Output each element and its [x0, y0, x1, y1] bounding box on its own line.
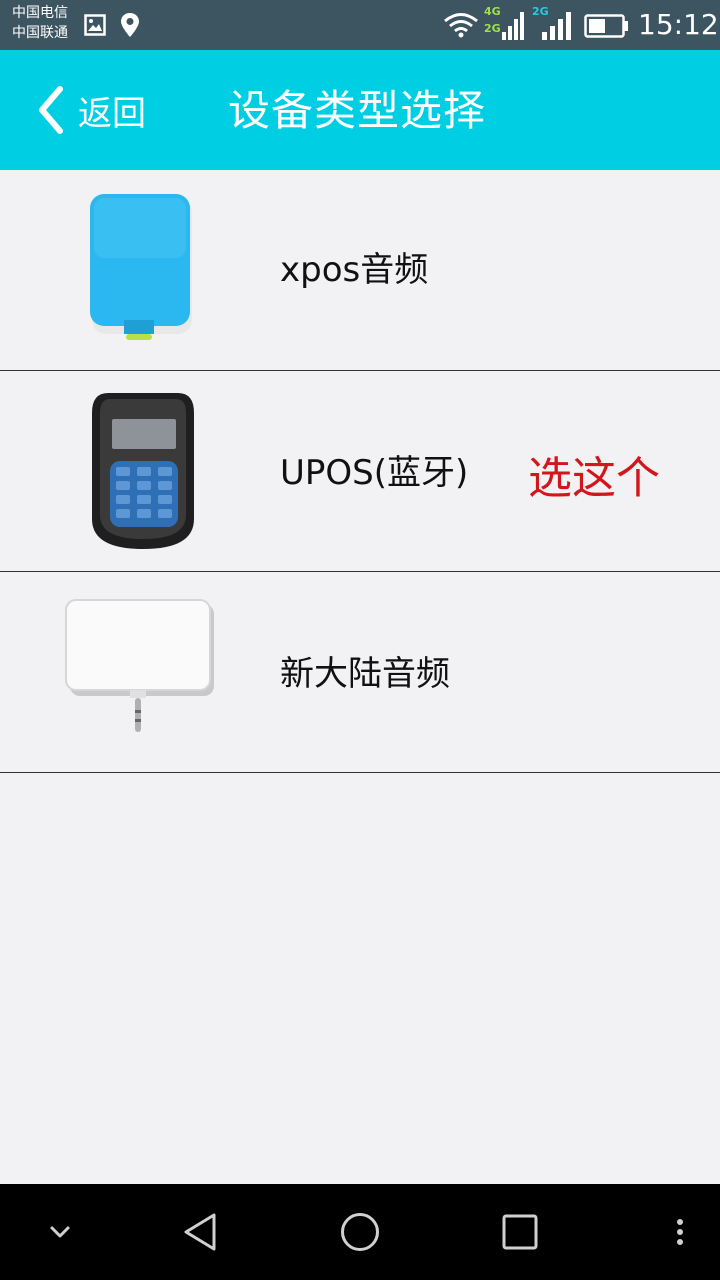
device-name: UPOS(蓝牙)	[280, 453, 469, 493]
home-circle-icon	[341, 1213, 379, 1251]
net-1-top-label: 4G	[484, 5, 501, 18]
location-icon	[121, 13, 139, 37]
app-bar: 返回 设备类型选择	[0, 50, 720, 170]
battery-icon	[584, 14, 628, 38]
device-list: xpos音频 UPOS(蓝牙) 选这个 新大陆音频	[0, 170, 720, 773]
signal-icon: 4G 2G	[484, 6, 528, 42]
device-row-xpos[interactable]: xpos音频	[0, 170, 720, 371]
carrier-1: 中国电信	[12, 5, 68, 21]
carrier-labels: 中国电信 中国联通	[12, 3, 68, 43]
recents-square-icon	[502, 1214, 538, 1250]
more-dots-icon	[677, 1219, 683, 1245]
page-title: 设备类型选择	[228, 86, 487, 135]
nav-more-button[interactable]	[660, 1184, 700, 1280]
net-1-bottom-label: 2G	[484, 22, 501, 35]
wifi-icon	[444, 13, 478, 38]
white-audio-card-reader-image	[65, 599, 214, 732]
signal-icon: 2G	[532, 6, 576, 42]
device-name: xpos音频	[280, 250, 429, 290]
nav-recents-button[interactable]	[490, 1184, 550, 1280]
blue-card-reader-image	[90, 194, 192, 340]
back-button[interactable]: 返回	[36, 82, 146, 138]
chevron-left-icon	[39, 86, 63, 134]
back-triangle-icon	[184, 1213, 216, 1251]
back-label: 返回	[78, 93, 146, 134]
nav-back-button[interactable]	[170, 1184, 230, 1280]
device-row-newland[interactable]: 新大陆音频	[0, 572, 720, 773]
device-name: 新大陆音频	[280, 654, 450, 694]
clock-time: 15:12	[638, 8, 719, 41]
status-bar: 中国电信 中国联通 4G 2G 2G 15:12	[0, 0, 720, 50]
black-keypad-pos-image	[92, 393, 194, 549]
device-row-upos[interactable]: UPOS(蓝牙) 选这个	[0, 371, 720, 572]
navigation-bar	[0, 1184, 720, 1280]
image-icon	[84, 14, 106, 36]
selection-hint: 选这个	[528, 453, 660, 504]
nav-home-button[interactable]	[330, 1184, 390, 1280]
chevron-down-icon	[50, 1226, 70, 1238]
carrier-2: 中国联通	[12, 25, 68, 41]
hide-nav-button[interactable]	[30, 1184, 90, 1280]
